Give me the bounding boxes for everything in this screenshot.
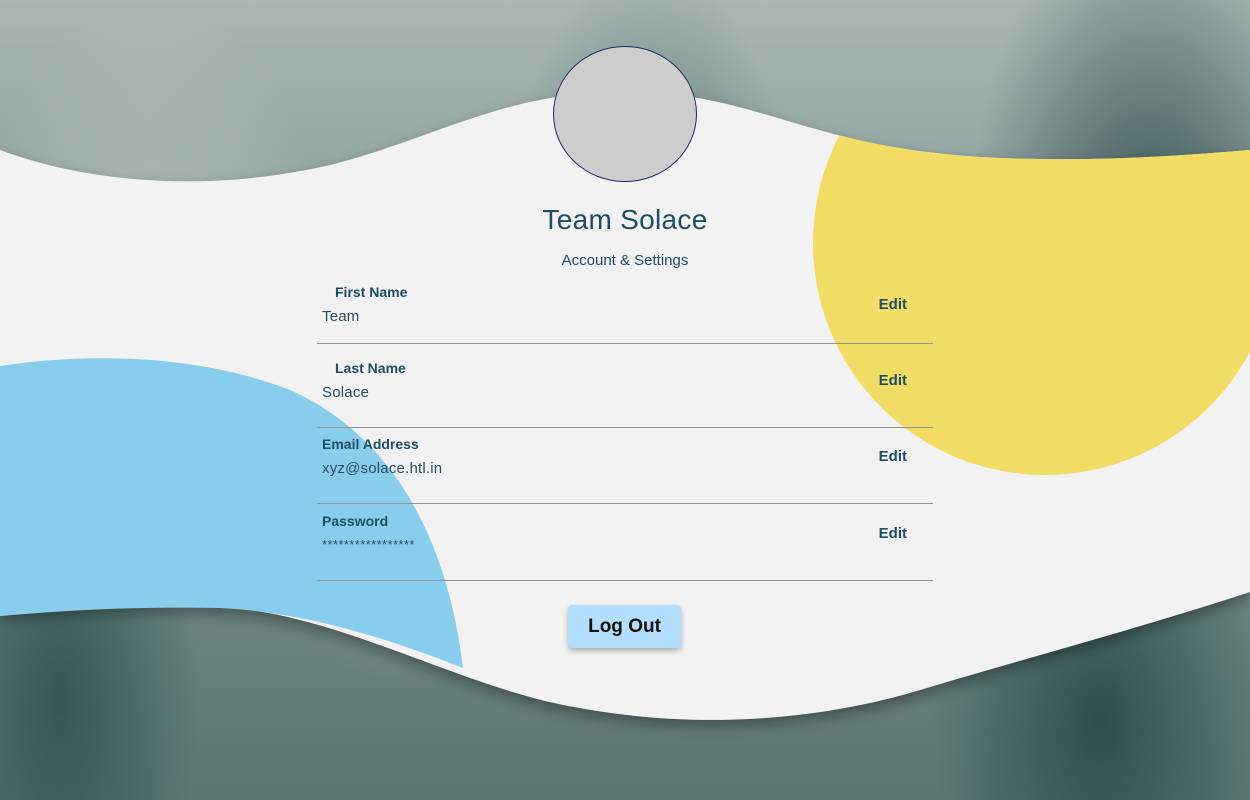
- logout-button[interactable]: Log Out: [568, 605, 681, 648]
- first-name-field: First Name Team Edit: [317, 268, 933, 344]
- first-name-label: First Name: [335, 284, 408, 300]
- edit-last-name-button[interactable]: Edit: [879, 372, 907, 389]
- email-address-label: Email Address: [322, 436, 419, 452]
- password-field: Password ***************** Edit: [317, 505, 933, 581]
- password-value: *****************: [322, 537, 415, 552]
- first-name-value: Team: [322, 308, 360, 325]
- last-name-label: Last Name: [335, 360, 406, 376]
- edit-password-button[interactable]: Edit: [879, 525, 907, 542]
- password-label: Password: [322, 513, 389, 529]
- edit-first-name-button[interactable]: Edit: [879, 296, 907, 313]
- last-name-field: Last Name Solace Edit: [317, 352, 933, 428]
- last-name-value: Solace: [322, 384, 370, 401]
- edit-email-button[interactable]: Edit: [879, 448, 907, 465]
- email-address-value: xyz@solace.htl.in: [322, 460, 443, 477]
- email-address-field: Email Address xyz@solace.htl.in Edit: [317, 428, 933, 504]
- profile-subtitle: Account & Settings: [561, 252, 689, 269]
- avatar[interactable]: [553, 46, 697, 182]
- profile-name: Team Solace: [542, 204, 708, 235]
